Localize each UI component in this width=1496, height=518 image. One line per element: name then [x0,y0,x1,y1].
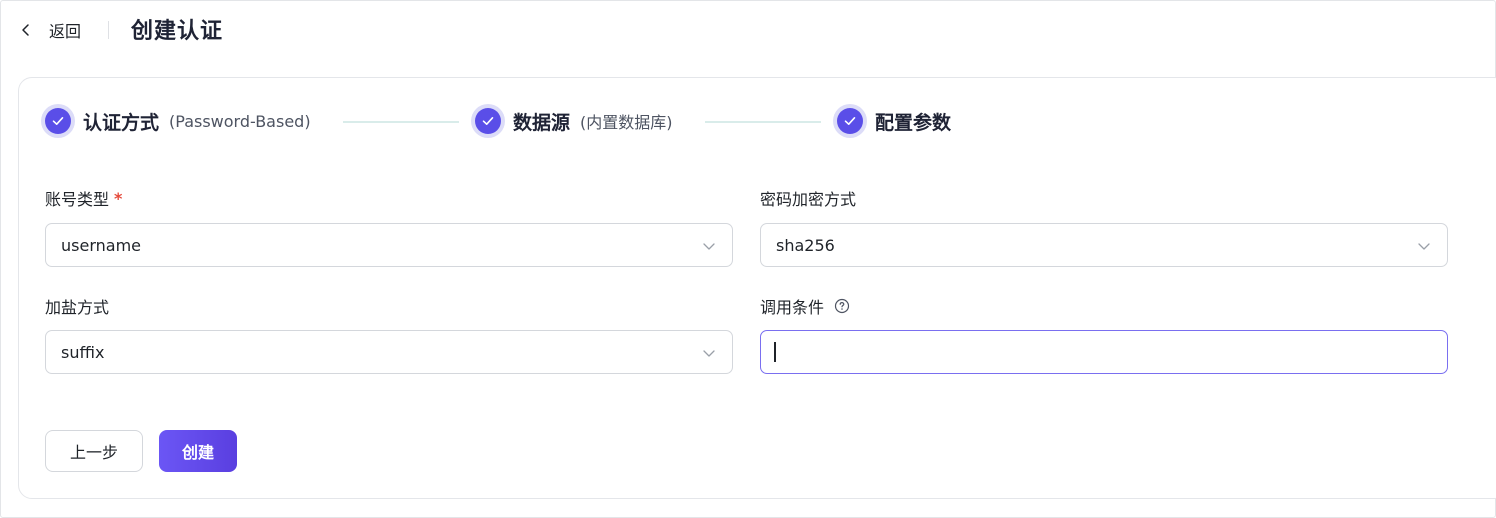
form-card: 认证方式 (Password-Based) 数据源 (内置数据库) 配置参数 账… [18,77,1496,499]
chevron-down-icon [703,350,715,357]
select-value: sha256 [776,235,835,255]
step-title: 配置参数 [875,111,952,134]
select-value: suffix [61,342,105,362]
check-icon [482,117,494,125]
chevron-down-icon [1418,243,1430,250]
create-button[interactable]: 创建 [159,430,237,472]
precondition-label: 调用条件 [760,294,850,318]
chevron-left-icon [22,24,29,36]
password-hash-select[interactable]: sha256 [760,223,1448,267]
step-data-source: 数据源 (内置数据库) [471,104,673,138]
step-done-icon [41,104,75,138]
step-auth-method: 认证方式 (Password-Based) [41,104,311,138]
step-done-icon [833,104,867,138]
password-hash-label: 密码加密方式 [760,186,856,210]
step-subtitle: (内置数据库) [580,113,673,132]
chevron-down-icon [703,243,715,250]
step-done-icon [471,104,505,138]
field-label-text: 调用条件 [760,298,825,317]
salt-position-select[interactable]: suffix [45,330,733,374]
question-circle-icon[interactable] [834,298,850,314]
field-label-text: 密码加密方式 [760,190,857,209]
step-subtitle: (Password-Based) [169,111,311,131]
page-title: 创建认证 [131,19,224,44]
check-icon [52,117,64,125]
back-button[interactable]: 返回 [19,15,81,45]
step-title: 认证方式 [83,111,160,134]
page-header: 返回 创建认证 [1,1,1496,59]
step-title: 数据源 [513,111,571,134]
precondition-input[interactable] [760,330,1448,374]
previous-step-button[interactable]: 上一步 [45,430,143,472]
header-divider [108,21,109,39]
text-caret [774,342,776,362]
salt-position-label: 加盐方式 [45,294,109,318]
required-mark: * [114,188,123,208]
step-config-params: 配置参数 [833,104,951,138]
check-icon [844,117,856,125]
step-connector [343,121,459,123]
window-frame: 返回 创建认证 认证方式 (Password-Based) 数据源 (内置数据库… [0,0,1496,518]
field-label-text: 加盐方式 [45,298,110,317]
back-label: 返回 [49,22,82,41]
step-connector [705,121,821,123]
field-label-text: 账号类型 [45,190,110,209]
select-value: username [61,235,141,255]
account-type-label: 账号类型 * [45,186,122,210]
account-type-select[interactable]: username [45,223,733,267]
precondition-text-field[interactable] [775,343,1447,361]
